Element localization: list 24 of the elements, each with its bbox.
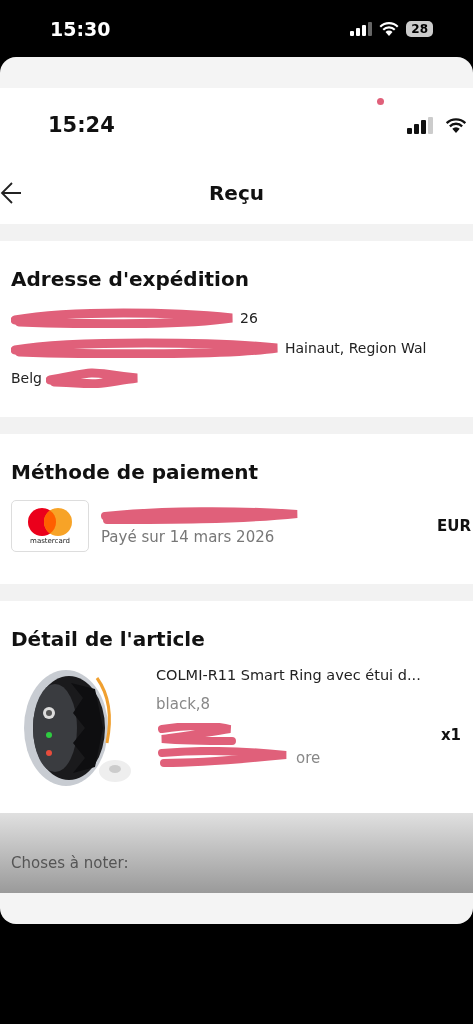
section-title: Détail de l'article xyxy=(11,627,206,651)
address-text: Belg xyxy=(11,370,42,386)
status-time: 15:30 xyxy=(50,17,111,40)
currency-text: EUR xyxy=(437,517,471,535)
battery-indicator: 28 xyxy=(406,20,433,37)
signal-icon xyxy=(350,21,373,36)
payment-date: Payé sur 14 mars 2026 xyxy=(101,528,276,546)
shipping-text: ore xyxy=(296,749,321,767)
indicator-dot xyxy=(377,98,384,105)
product-name: COLMI-R11 Smart Ring avec étui d... xyxy=(156,667,422,683)
section-title: Méthode de paiement xyxy=(11,460,260,484)
page-title: Reçu xyxy=(208,181,265,205)
card-circles-icon xyxy=(26,507,74,537)
notes-title: Choses à noter: xyxy=(11,854,129,872)
signal-icon xyxy=(407,116,435,134)
quantity-text: x1 xyxy=(440,726,461,744)
back-arrow-icon[interactable] xyxy=(0,181,22,205)
address-text: 26 xyxy=(240,310,258,326)
section-title: Adresse d'expédition xyxy=(11,267,250,291)
address-text: Hainaut, Region Wal xyxy=(285,340,427,356)
wifi-icon xyxy=(379,21,400,36)
status-time: 15:24 xyxy=(48,113,115,137)
product-variant: black,8 xyxy=(156,695,212,713)
wifi-icon xyxy=(445,117,467,133)
